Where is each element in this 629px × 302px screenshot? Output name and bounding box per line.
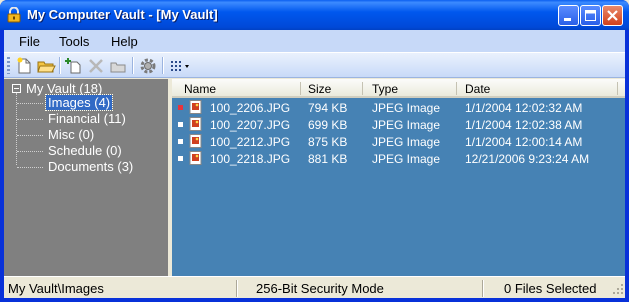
file-name: 100_2207.JPG: [210, 118, 291, 132]
file-date: 12/21/2006 9:23:24 AM: [465, 152, 590, 166]
minimize-button[interactable]: [558, 5, 579, 26]
new-vault-icon: [17, 57, 31, 74]
status-divider: [236, 280, 238, 297]
column-divider[interactable]: [362, 82, 363, 95]
status-marker-icon: [178, 122, 183, 127]
file-row[interactable]: 100_2218.JPG 881 KB JPEG Image 12/21/200…: [172, 150, 625, 167]
status-marker-icon: [178, 156, 183, 161]
menu-bar: File Tools Help: [4, 30, 625, 52]
tree-item-images[interactable]: Images (4): [44, 94, 114, 111]
status-marker-icon: [178, 105, 183, 110]
open-vault-icon: [37, 61, 56, 73]
toolbar-separator: [59, 57, 61, 74]
folder-tree: My Vault (18) Images (4) Financial (11) …: [4, 79, 170, 276]
file-row[interactable]: 100_2206.JPG 794 KB JPEG Image 1/1/2004 …: [172, 99, 625, 116]
list-header: Name Size Type Date: [172, 79, 625, 98]
window-title: My Computer Vault - [My Vault]: [27, 7, 218, 22]
file-type: JPEG Image: [372, 135, 441, 149]
tree-item-schedule[interactable]: Schedule (0): [46, 143, 124, 158]
column-header-size[interactable]: Size: [308, 82, 331, 96]
view-options-button[interactable]: [168, 56, 194, 76]
status-path: My Vault\Images: [8, 281, 104, 296]
close-icon: [607, 10, 618, 21]
toolbar-separator: [132, 57, 134, 74]
resize-grip-icon[interactable]: [612, 283, 624, 295]
new-vault-button[interactable]: [14, 56, 34, 76]
column-header-date[interactable]: Date: [465, 82, 490, 96]
minimize-icon: [564, 18, 571, 21]
menu-file[interactable]: File: [19, 34, 40, 49]
tree-root-my-vault[interactable]: My Vault (18): [12, 81, 102, 96]
file-name: 100_2206.JPG: [210, 101, 291, 115]
settings-button[interactable]: [138, 56, 158, 76]
status-marker-icon: [178, 139, 183, 144]
file-date: 1/1/2004 12:02:38 AM: [465, 118, 583, 132]
file-date: 1/1/2004 12:02:32 AM: [465, 101, 583, 115]
file-row[interactable]: 100_2212.JPG 875 KB JPEG Image 1/1/2004 …: [172, 133, 625, 150]
jpeg-file-icon: [189, 100, 202, 114]
toolbar-grip[interactable]: [7, 57, 10, 74]
tree-connector: [17, 151, 43, 152]
maximize-icon: [585, 10, 596, 21]
menu-tools[interactable]: Tools: [59, 34, 89, 49]
title-bar[interactable]: My Computer Vault - [My Vault]: [0, 0, 629, 30]
column-divider[interactable]: [300, 82, 301, 95]
file-size: 794 KB: [308, 101, 348, 115]
tree-connector: [17, 103, 43, 104]
file-row[interactable]: 100_2207.JPG 699 KB JPEG Image 1/1/2004 …: [172, 116, 625, 133]
open-vault-button[interactable]: [36, 56, 56, 76]
tree-root-label: My Vault (18): [26, 81, 103, 96]
tree-item-misc[interactable]: Misc (0): [46, 127, 96, 142]
settings-gear-icon: [140, 58, 156, 74]
status-divider: [482, 280, 484, 297]
file-size: 699 KB: [308, 118, 348, 132]
tree-item-documents[interactable]: Documents (3): [46, 159, 135, 174]
status-selection-count: 0 Files Selected: [504, 281, 597, 296]
close-button[interactable]: [602, 5, 623, 26]
add-file-icon: [65, 58, 81, 74]
status-security-mode: 256-Bit Security Mode: [256, 281, 384, 296]
collapse-icon[interactable]: [12, 84, 21, 93]
padlock-icon: [7, 7, 21, 23]
extract-folder-button[interactable]: [108, 56, 128, 76]
status-bar: My Vault\Images 256-Bit Security Mode 0 …: [4, 276, 625, 298]
file-type: JPEG Image: [372, 101, 441, 115]
jpeg-file-icon: [189, 134, 202, 148]
column-header-type[interactable]: Type: [372, 82, 398, 96]
add-file-button[interactable]: [64, 56, 84, 76]
tree-connector: [17, 135, 43, 136]
toolbar-separator: [162, 57, 164, 74]
delete-button[interactable]: [86, 56, 106, 76]
file-name: 100_2212.JPG: [210, 135, 291, 149]
delete-icon: [89, 59, 103, 73]
tree-item-financial[interactable]: Financial (11): [46, 111, 128, 126]
file-size: 875 KB: [308, 135, 348, 149]
column-divider[interactable]: [617, 82, 618, 95]
maximize-button[interactable]: [580, 5, 601, 26]
file-name: 100_2218.JPG: [210, 152, 291, 166]
extract-folder-icon: [110, 62, 126, 73]
app-window: My Computer Vault - [My Vault] File Tool…: [0, 0, 629, 302]
file-date: 1/1/2004 12:00:14 AM: [465, 135, 583, 149]
view-options-icon: [171, 61, 189, 71]
file-type: JPEG Image: [372, 118, 441, 132]
column-divider[interactable]: [456, 82, 457, 95]
tree-connector: [17, 167, 43, 168]
jpeg-file-icon: [189, 117, 202, 131]
menu-help[interactable]: Help: [111, 34, 138, 49]
file-type: JPEG Image: [372, 152, 441, 166]
column-header-name[interactable]: Name: [184, 82, 216, 96]
tree-connector: [17, 119, 43, 120]
toolbar: [4, 52, 625, 78]
file-list: Name Size Type Date 100_2206.JPG 794 KB …: [172, 79, 625, 276]
file-size: 881 KB: [308, 152, 348, 166]
client-area: File Tools Help My Vault (18) Images (4)…: [4, 30, 625, 298]
jpeg-file-icon: [189, 151, 202, 165]
